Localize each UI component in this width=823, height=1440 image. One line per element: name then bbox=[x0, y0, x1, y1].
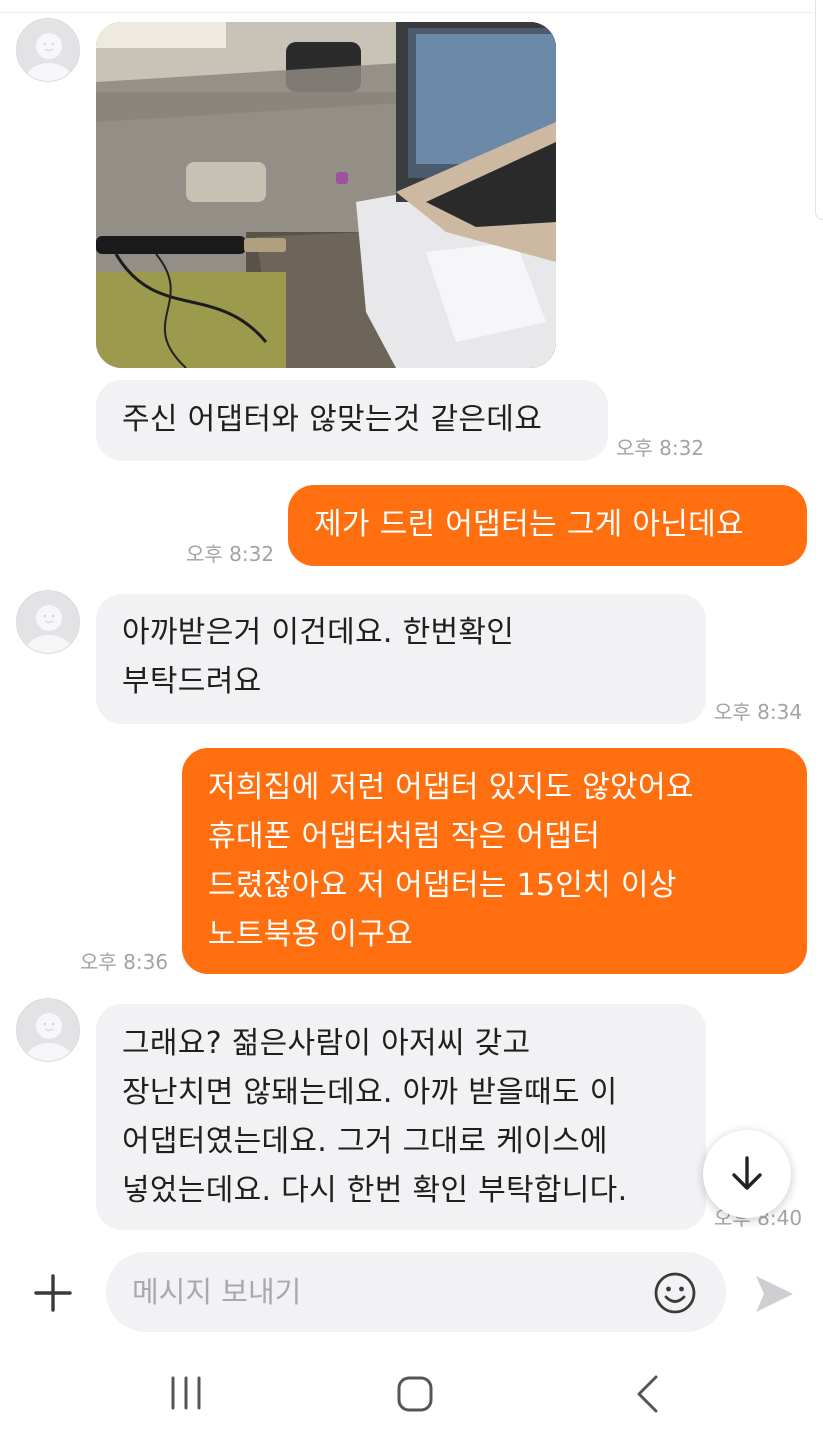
back-button[interactable] bbox=[632, 1374, 662, 1414]
message-time: 오후 8:32 bbox=[186, 542, 275, 566]
scroll-to-bottom-button[interactable] bbox=[703, 1130, 791, 1218]
recent-apps-button[interactable] bbox=[168, 1376, 204, 1410]
message-bubble-incoming[interactable]: 아까받은거 이건데요. 한번확인 부탁드려요 bbox=[96, 594, 706, 724]
sender-avatar[interactable] bbox=[16, 18, 80, 82]
home-icon bbox=[397, 1376, 433, 1412]
send-button[interactable] bbox=[752, 1272, 796, 1316]
home-button[interactable] bbox=[396, 1375, 434, 1413]
recent-apps-icon bbox=[171, 1376, 201, 1410]
adapter-photo-image bbox=[96, 22, 556, 368]
avatar-default-icon bbox=[26, 605, 72, 653]
send-icon bbox=[756, 1276, 793, 1312]
scrollbar[interactable] bbox=[815, 0, 823, 220]
message-bubble-incoming[interactable]: 주신 어댑터와 않맞는것 같은데요 bbox=[96, 380, 608, 461]
avatar-default-icon bbox=[26, 1013, 72, 1061]
emoji-icon bbox=[654, 1272, 696, 1314]
back-icon bbox=[637, 1375, 658, 1413]
message-time: 오후 8:36 bbox=[80, 950, 169, 974]
sender-avatar[interactable] bbox=[16, 590, 80, 654]
message-input-bar: 메시지 보내기 bbox=[0, 1252, 823, 1334]
attach-button[interactable] bbox=[30, 1270, 76, 1316]
message-time: 오후 8:32 bbox=[616, 436, 705, 460]
arrow-down-icon bbox=[732, 1156, 762, 1190]
message-bubble-incoming[interactable]: 그래요? 젊은사람이 아저씨 갖고 장난치면 않돼는데요. 아까 받을때도 이 … bbox=[96, 1004, 706, 1230]
message-photo[interactable] bbox=[96, 22, 556, 368]
sender-avatar[interactable] bbox=[16, 998, 80, 1062]
chat-screen: 주신 어댑터와 않맞는것 같은데요 오후 8:32 오후 8:32 제가 드린 … bbox=[0, 0, 823, 1440]
message-time: 오후 8:34 bbox=[714, 700, 803, 724]
avatar-default-icon bbox=[26, 33, 72, 81]
system-navigation-bar bbox=[0, 1350, 823, 1440]
plus-icon bbox=[34, 1274, 72, 1312]
top-divider bbox=[0, 12, 812, 13]
message-input-placeholder[interactable]: 메시지 보내기 bbox=[132, 1270, 301, 1314]
emoji-button[interactable] bbox=[652, 1270, 698, 1316]
message-bubble-outgoing[interactable]: 제가 드린 어댑터는 그게 아닌데요 bbox=[288, 485, 807, 566]
message-bubble-outgoing[interactable]: 저희집에 저런 어댑터 있지도 않았어요 휴대폰 어댑터처럼 작은 어댑터 드렸… bbox=[182, 748, 807, 974]
